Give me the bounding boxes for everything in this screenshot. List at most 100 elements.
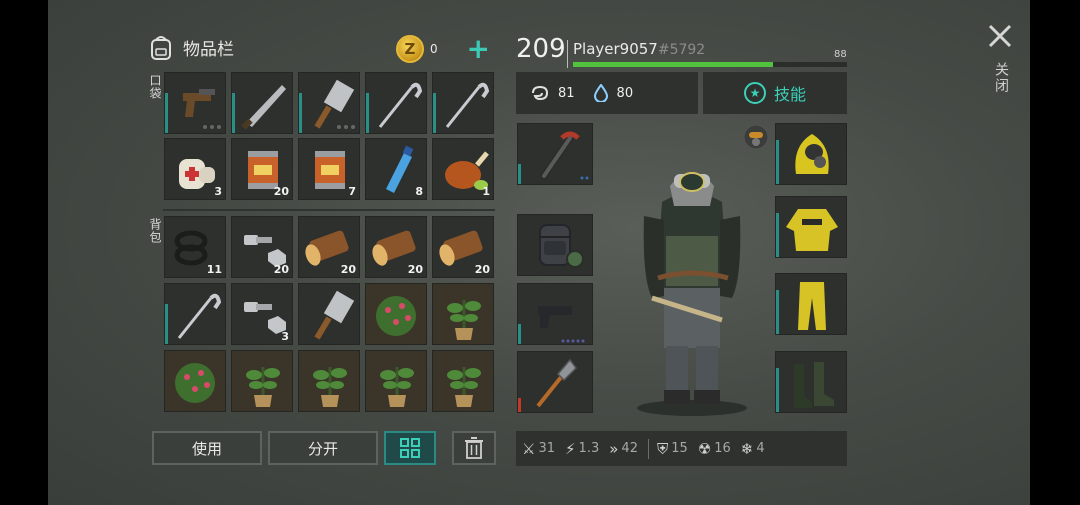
- inventory-slot[interactable]: [298, 72, 360, 134]
- equip-slot-weapon[interactable]: [517, 123, 593, 185]
- inventory-slot[interactable]: 20: [432, 216, 494, 278]
- hoe-icon: [445, 82, 490, 128]
- close-label: 关闭: [993, 62, 1009, 94]
- inventory-slot[interactable]: 3: [164, 138, 226, 200]
- inventory-slot[interactable]: [298, 283, 360, 345]
- skills-button[interactable]: ★ 技能: [703, 72, 847, 114]
- inventory-slot[interactable]: 1: [432, 138, 494, 200]
- hoe-icon: [378, 82, 423, 128]
- armor-stat: ⛨ 15: [657, 440, 688, 458]
- item-count: 20: [273, 185, 289, 198]
- inventory-slot[interactable]: [432, 72, 494, 134]
- inventory-slot[interactable]: 20: [231, 216, 293, 278]
- hunger-value: 81: [558, 85, 575, 101]
- rubber-boots-icon: [794, 362, 834, 408]
- crowbar-icon: [540, 131, 589, 180]
- coin-icon: Z: [396, 35, 424, 63]
- move-speed-icon: »: [609, 439, 619, 458]
- inventory-slot[interactable]: [365, 283, 427, 345]
- radiation-icon: ☢: [697, 439, 712, 458]
- inventory-slot[interactable]: 20: [298, 216, 360, 278]
- equip-slot-tool[interactable]: [517, 351, 593, 413]
- add-coins-button[interactable]: +: [467, 35, 490, 63]
- item-count: 20: [340, 263, 356, 276]
- coin-box: Z 0 +: [396, 34, 494, 64]
- attack-icon: ⚔: [522, 439, 536, 458]
- inventory-slot[interactable]: 20: [365, 216, 427, 278]
- armor-slot-feet[interactable]: [775, 351, 847, 413]
- radiation-stat: ☢ 16: [698, 440, 731, 458]
- potted-plant-icon: [246, 367, 280, 407]
- gas-mask-icon: [743, 124, 769, 150]
- player-tag: #5792: [657, 42, 706, 58]
- hazmat-jacket-icon: [786, 209, 838, 251]
- hazmat-hood-icon: [795, 134, 829, 174]
- xp-bar: [573, 62, 847, 67]
- move-speed-stat: » 42: [609, 440, 638, 458]
- potted-plant-icon: [447, 367, 481, 407]
- player-name-line: Player9057#5792: [573, 40, 705, 58]
- inventory-slot[interactable]: [164, 283, 226, 345]
- equip-slot-pistol[interactable]: [517, 283, 593, 345]
- armor-slot-head[interactable]: [775, 123, 847, 185]
- hunger-icon: [532, 85, 549, 101]
- hazmat-pants-icon: [798, 282, 826, 330]
- use-button[interactable]: 使用: [152, 431, 262, 465]
- xp-number: 88: [834, 49, 847, 60]
- level-divider: [567, 40, 568, 68]
- shovel-icon: [536, 358, 577, 408]
- sort-button[interactable]: [384, 431, 436, 465]
- inventory-title: 物品栏: [183, 39, 234, 60]
- item-count: 11: [206, 263, 222, 276]
- item-count: 7: [348, 185, 356, 198]
- item-count: 3: [214, 185, 222, 198]
- armor-slot-body[interactable]: [775, 196, 847, 258]
- attack-value: 31: [538, 441, 555, 456]
- inventory-header: 物品栏: [147, 33, 234, 61]
- inventory-slot[interactable]: 7: [298, 138, 360, 200]
- inventory-slot[interactable]: [231, 350, 293, 412]
- inventory-slot[interactable]: [365, 72, 427, 134]
- move-speed-value: 42: [621, 441, 638, 456]
- inventory-slot[interactable]: [432, 350, 494, 412]
- inventory-slot[interactable]: [298, 350, 360, 412]
- inventory-slot[interactable]: 20: [231, 138, 293, 200]
- inventory-slot[interactable]: [164, 72, 226, 134]
- inventory-slot[interactable]: [432, 283, 494, 345]
- pistol-icon: [538, 306, 585, 343]
- potted-plant-icon: [313, 367, 347, 407]
- delete-button[interactable]: [452, 431, 496, 465]
- berry-bush-icon: [376, 296, 416, 336]
- split-button[interactable]: 分开: [268, 431, 378, 465]
- hoe-icon: [177, 293, 222, 339]
- equip-slot-backpack[interactable]: [517, 214, 593, 276]
- star-icon: ★: [743, 82, 766, 104]
- inventory-slot[interactable]: 11: [164, 216, 226, 278]
- screen: 物品栏 Z 0 + 口袋 背包 3 20 7 8 1 11 20 20 20 20 3 使用 分开…: [0, 0, 1080, 505]
- item-count: 8: [415, 185, 423, 198]
- attack-speed-value: 1.3: [578, 441, 600, 456]
- player-name: Player9057: [573, 40, 658, 58]
- coin-count: 0: [430, 42, 438, 56]
- section-divider: [163, 209, 495, 211]
- inventory-slot[interactable]: 8: [365, 138, 427, 200]
- item-count: 20: [407, 263, 423, 276]
- trash-icon: [465, 437, 483, 459]
- inventory-slot[interactable]: [365, 350, 427, 412]
- inventory-slot[interactable]: [164, 350, 226, 412]
- inventory-slot[interactable]: [231, 72, 293, 134]
- item-count: 1: [482, 185, 490, 198]
- close-button[interactable]: [986, 22, 1014, 50]
- pockets-label: 口袋: [148, 74, 162, 100]
- radiation-value: 16: [714, 441, 731, 456]
- inventory-slot[interactable]: 3: [231, 283, 293, 345]
- attack-stat: ⚔ 31: [522, 440, 555, 458]
- xp-bar-fill: [573, 62, 774, 67]
- cold-stat: ❄ 4: [741, 440, 765, 458]
- attack-speed-icon: ⚡: [565, 439, 576, 458]
- cold-value: 4: [756, 441, 765, 456]
- armor-slot-legs[interactable]: [775, 273, 847, 335]
- item-count: 3: [281, 330, 289, 343]
- berry-bush-icon: [175, 363, 215, 403]
- item-count: 20: [474, 263, 490, 276]
